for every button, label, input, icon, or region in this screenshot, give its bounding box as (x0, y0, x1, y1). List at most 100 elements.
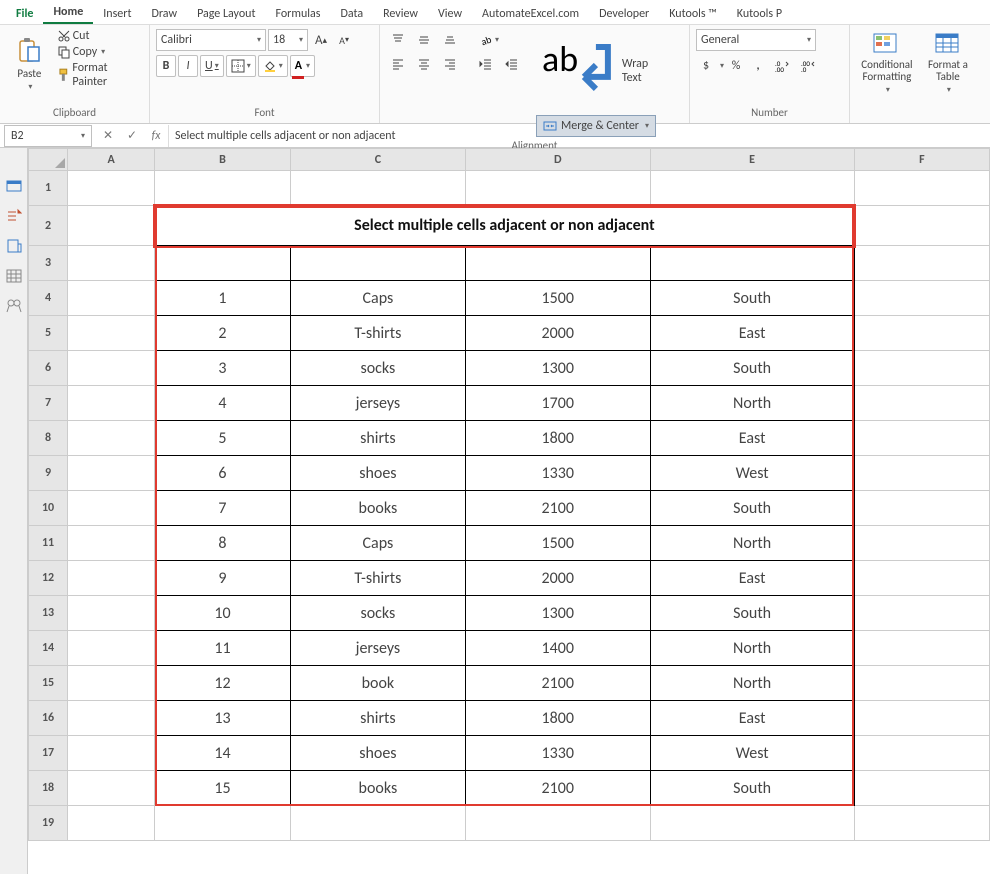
row-header-10[interactable]: 10 (29, 491, 68, 526)
cell-D18[interactable]: 2100 (466, 771, 651, 806)
cell-B16[interactable]: 13 (155, 701, 291, 736)
align-center-button[interactable] (412, 53, 436, 75)
cell-F3[interactable] (854, 246, 989, 281)
col-header-D[interactable]: D (466, 149, 651, 171)
cell-C1[interactable] (290, 171, 465, 206)
tab-view[interactable]: View (428, 3, 472, 24)
percent-button[interactable]: % (726, 55, 746, 77)
cell-D7[interactable]: 1700 (466, 386, 651, 421)
cell-E12[interactable]: East (650, 561, 854, 596)
col-header-F[interactable]: F (854, 149, 989, 171)
cell-B8[interactable]: 5 (155, 421, 291, 456)
cell-D13[interactable]: 1300 (466, 596, 651, 631)
cell-E6[interactable]: South (650, 351, 854, 386)
col-header-E[interactable]: E (650, 149, 854, 171)
cell-C11[interactable]: Caps (290, 526, 465, 561)
tab-insert[interactable]: Insert (93, 3, 141, 24)
font-color-button[interactable]: A▾ (290, 55, 315, 77)
row-header-1[interactable]: 1 (29, 171, 68, 206)
col-header-C[interactable]: C (290, 149, 465, 171)
cell-A12[interactable] (68, 561, 155, 596)
tab-automate[interactable]: AutomateExcel.com (472, 3, 589, 24)
font-size-select[interactable]: 18▾ (268, 29, 308, 51)
cell-E14[interactable]: North (650, 631, 854, 666)
tab-formulas[interactable]: Formulas (266, 3, 331, 24)
cell-B15[interactable]: 12 (155, 666, 291, 701)
cell-E5[interactable]: East (650, 316, 854, 351)
cell-F10[interactable] (854, 491, 989, 526)
formula-input[interactable]: Select multiple cells adjacent or non ad… (168, 125, 990, 147)
increase-indent-button[interactable] (500, 53, 524, 75)
cell-F8[interactable] (854, 421, 989, 456)
cell-B11[interactable]: 8 (155, 526, 291, 561)
row-header-16[interactable]: 16 (29, 701, 68, 736)
cell-C7[interactable]: jerseys (290, 386, 465, 421)
row-header-11[interactable]: 11 (29, 526, 68, 561)
cell-A8[interactable] (68, 421, 155, 456)
cell-B1[interactable] (155, 171, 291, 206)
cell-F2[interactable] (854, 206, 989, 246)
cell-B6[interactable]: 3 (155, 351, 291, 386)
format-as-table-button[interactable]: Format a Table▾ (922, 29, 974, 99)
cell-C12[interactable]: T-shirts (290, 561, 465, 596)
cell-B12[interactable]: 9 (155, 561, 291, 596)
cell-C5[interactable]: T-shirts (290, 316, 465, 351)
tab-kutoolsplus[interactable]: Kutools P (727, 3, 792, 24)
cell-F9[interactable] (854, 456, 989, 491)
tab-kutools[interactable]: Kutools ™ (659, 3, 727, 24)
cell-A5[interactable] (68, 316, 155, 351)
cell-D8[interactable]: 1800 (466, 421, 651, 456)
cell-C6[interactable]: socks (290, 351, 465, 386)
increase-decimal-button[interactable]: .0.00 (770, 55, 794, 77)
cell-E15[interactable]: North (650, 666, 854, 701)
cell-B2[interactable]: Select multiple cells adjacent or non ad… (155, 206, 855, 246)
cell-A15[interactable] (68, 666, 155, 701)
cell-C8[interactable]: shirts (290, 421, 465, 456)
tab-draw[interactable]: Draw (141, 3, 187, 24)
cell-C9[interactable]: shoes (290, 456, 465, 491)
cell-B9[interactable]: 6 (155, 456, 291, 491)
cell-C17[interactable]: shoes (290, 736, 465, 771)
row-header-19[interactable]: 19 (29, 806, 68, 841)
cell-A11[interactable] (68, 526, 155, 561)
row-header-7[interactable]: 7 (29, 386, 68, 421)
cell-D15[interactable]: 2100 (466, 666, 651, 701)
italic-button[interactable]: I (178, 55, 198, 77)
cell-F5[interactable] (854, 316, 989, 351)
format-painter-button[interactable]: Format Painter (57, 61, 143, 89)
cell-E16[interactable]: East (650, 701, 854, 736)
cell-A6[interactable] (68, 351, 155, 386)
cell-D5[interactable]: 2000 (466, 316, 651, 351)
cell-A1[interactable] (68, 171, 155, 206)
cell-C14[interactable]: jerseys (290, 631, 465, 666)
cell-E17[interactable]: West (650, 736, 854, 771)
cell-D11[interactable]: 1500 (466, 526, 651, 561)
align-bottom-button[interactable] (438, 29, 462, 51)
rail-icon-3[interactable] (6, 238, 22, 254)
cell-F4[interactable] (854, 281, 989, 316)
align-left-button[interactable] (386, 53, 410, 75)
cell-E9[interactable]: West (650, 456, 854, 491)
cell-C10[interactable]: books (290, 491, 465, 526)
cell-A14[interactable] (68, 631, 155, 666)
cell-B7[interactable]: 4 (155, 386, 291, 421)
cell-D1[interactable] (466, 171, 651, 206)
cell-A9[interactable] (68, 456, 155, 491)
cell-F13[interactable] (854, 596, 989, 631)
tab-review[interactable]: Review (373, 3, 428, 24)
cell-C19[interactable] (290, 806, 465, 841)
increase-font-button[interactable]: A▴ (310, 29, 332, 51)
cell-B5[interactable]: 2 (155, 316, 291, 351)
cell-F17[interactable] (854, 736, 989, 771)
rail-icon-4[interactable] (6, 268, 22, 284)
cell-A19[interactable] (68, 806, 155, 841)
cell-A7[interactable] (68, 386, 155, 421)
insert-function-button[interactable]: fx (144, 125, 168, 147)
cell-A2[interactable] (68, 206, 155, 246)
cell-B3[interactable]: Sr. # (155, 246, 291, 281)
wrap-text-button[interactable]: ab Wrap Text (536, 29, 656, 113)
decrease-decimal-button[interactable]: .00.0 (796, 55, 820, 77)
row-header-3[interactable]: 3 (29, 246, 68, 281)
cell-E19[interactable] (650, 806, 854, 841)
cell-A10[interactable] (68, 491, 155, 526)
